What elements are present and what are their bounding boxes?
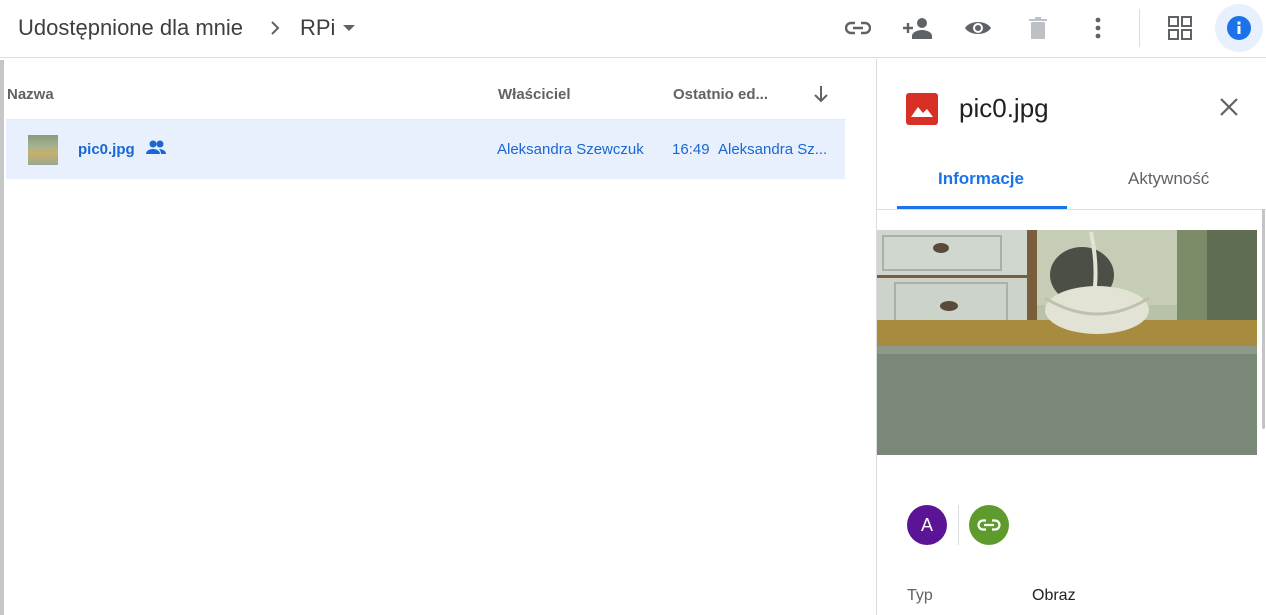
grid-view-icon: [1168, 16, 1192, 40]
breadcrumb-shared-with-me[interactable]: Udostępnione dla mnie: [18, 15, 243, 41]
tab-activity[interactable]: Aktywność: [1128, 169, 1209, 189]
get-link-button[interactable]: [838, 8, 878, 48]
column-header-modified[interactable]: Ostatnio ed...: [673, 86, 768, 103]
photo-preview: [877, 230, 1257, 455]
link-icon: [977, 519, 1001, 531]
details-file-title: pic0.jpg: [959, 93, 1049, 123]
column-header-name[interactable]: Nazwa: [7, 86, 54, 103]
grid-view-button[interactable]: [1160, 8, 1200, 48]
meta-type-value: Obraz: [1032, 587, 1076, 604]
file-list: Nazwa Właściciel Ostatnio ed... pic0.jpg…: [0, 59, 876, 615]
info-icon: [1227, 16, 1251, 40]
folder-dropdown-icon[interactable]: [343, 25, 355, 31]
file-owner: Aleksandra Szewczuk: [497, 141, 644, 158]
file-name[interactable]: pic0.jpg: [78, 141, 135, 158]
shared-people-icon: [146, 140, 166, 154]
add-person-icon: [903, 18, 932, 39]
file-modified-time: 16:49: [672, 141, 710, 158]
chevron-right-icon: [271, 21, 280, 35]
link-sharing-button[interactable]: [969, 505, 1009, 545]
details-panel: pic0.jpg Informacje Aktywność A Typ Obra…: [876, 59, 1266, 615]
toolbar-divider: [1139, 9, 1140, 47]
access-divider: [958, 505, 959, 545]
top-bar: Udostępnione dla mnie RPi: [0, 0, 1266, 58]
breadcrumb-current-folder[interactable]: RPi: [300, 15, 335, 41]
avatar[interactable]: A: [907, 505, 947, 545]
more-vert-icon: [1095, 17, 1101, 39]
file-thumbnail: [28, 135, 58, 165]
image-icon: [911, 107, 933, 117]
column-header-owner[interactable]: Właściciel: [498, 86, 571, 103]
tabs-divider: [877, 209, 1266, 210]
preview-button[interactable]: [958, 8, 998, 48]
close-icon[interactable]: [1217, 95, 1241, 119]
sort-arrow-down-icon[interactable]: [812, 84, 830, 104]
image-preview: [877, 230, 1257, 455]
panel-scrollbar[interactable]: [1262, 209, 1265, 429]
image-file-icon: [906, 93, 938, 125]
delete-button[interactable]: [1018, 8, 1058, 48]
more-actions-button[interactable]: [1078, 8, 1118, 48]
tab-information[interactable]: Informacje: [938, 169, 1024, 189]
meta-type-label: Typ: [907, 587, 933, 604]
details-button[interactable]: [1215, 4, 1263, 52]
preview-icon: [965, 22, 991, 34]
trash-icon: [1029, 17, 1047, 39]
share-button[interactable]: [898, 8, 938, 48]
table-row[interactable]: pic0.jpg Aleksandra Szewczuk 16:49 Aleks…: [6, 120, 845, 179]
file-modified-by: Aleksandra Sz...: [718, 141, 828, 158]
link-icon: [845, 21, 871, 35]
